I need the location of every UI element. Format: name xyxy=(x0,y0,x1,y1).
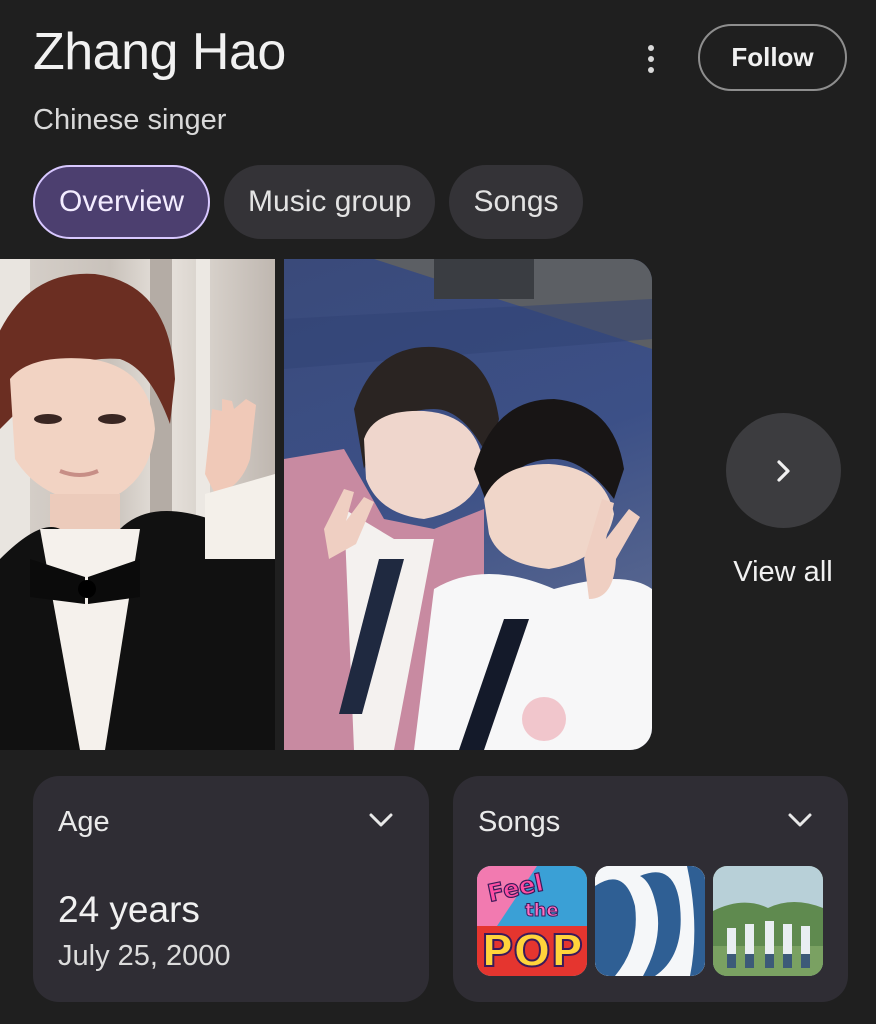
photo-portrait[interactable] xyxy=(0,259,275,750)
album-art-feel-the-pop: Feel the POP xyxy=(477,866,587,976)
songs-card[interactable]: Songs Feel the POP xyxy=(453,776,848,1002)
age-label: Age xyxy=(58,806,110,838)
chevron-down-icon[interactable] xyxy=(786,810,814,830)
age-value: 24 years xyxy=(58,889,200,930)
chevron-right-icon xyxy=(776,459,790,482)
chevron-down-icon[interactable] xyxy=(367,810,395,830)
song-thumbnail-2[interactable] xyxy=(595,866,705,976)
tab-songs[interactable]: Songs xyxy=(449,165,583,239)
view-all-button[interactable] xyxy=(726,413,841,528)
birth-date: July 25, 2000 xyxy=(58,940,231,972)
age-card[interactable]: Age 24 years July 25, 2000 xyxy=(33,776,429,1002)
page-subtitle: Chinese singer xyxy=(33,104,227,136)
tab-overview[interactable]: Overview xyxy=(33,165,211,239)
album-art-3 xyxy=(713,866,823,976)
song-thumbnail-3[interactable] xyxy=(713,866,823,976)
svg-text:the: the xyxy=(525,900,559,921)
song-thumbnail-feel-the-pop[interactable]: Feel the POP xyxy=(477,866,587,976)
tab-bar: Overview Music group Songs xyxy=(33,165,583,239)
photo-selfie[interactable] xyxy=(284,259,652,750)
tab-music-group[interactable]: Music group xyxy=(224,165,436,239)
album-art-2 xyxy=(595,866,705,976)
view-all-label[interactable]: View all xyxy=(700,556,866,589)
knowledge-panel: Zhang Hao Chinese singer Follow Overview… xyxy=(0,0,876,1024)
page-title: Zhang Hao xyxy=(33,23,286,81)
songs-label: Songs xyxy=(478,806,561,838)
more-options-icon[interactable] xyxy=(628,36,674,82)
svg-text:POP: POP xyxy=(481,926,583,976)
follow-button[interactable]: Follow xyxy=(698,24,847,91)
